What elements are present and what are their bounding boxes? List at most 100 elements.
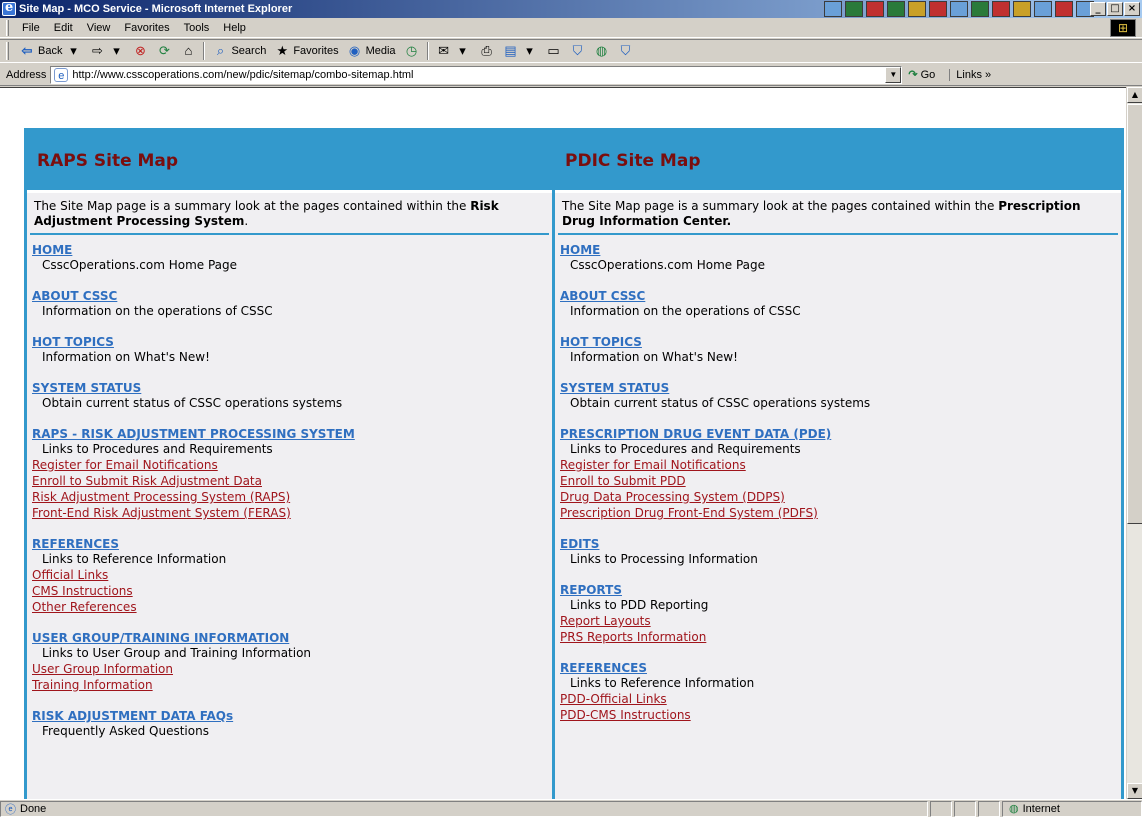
sitemap-section: ABOUT CSSC Information on the operations … bbox=[560, 289, 1121, 319]
shield-button-2[interactable]: ⛉ bbox=[614, 43, 638, 59]
address-field[interactable]: e ▼ bbox=[50, 65, 903, 84]
menu-tools[interactable]: Tools bbox=[177, 22, 217, 34]
section-sublink[interactable]: Drug Data Processing System (DDPS) bbox=[560, 489, 1121, 505]
edit-button[interactable]: ▤ ▾ bbox=[499, 43, 542, 59]
section-sublink[interactable]: Training Information bbox=[32, 677, 552, 693]
section-sublink[interactable]: PDD-CMS Instructions bbox=[560, 707, 1121, 723]
home-button[interactable]: ⌂ bbox=[176, 43, 200, 59]
section-sublink[interactable]: Enroll to Submit Risk Adjustment Data bbox=[32, 473, 552, 489]
section-sublink[interactable]: Official Links bbox=[32, 567, 552, 583]
dropdown-arrow-icon[interactable]: ▾ bbox=[522, 43, 538, 59]
links-button[interactable]: Links » bbox=[949, 68, 991, 81]
refresh-button[interactable]: ⟳ bbox=[152, 43, 176, 59]
section-sublink[interactable]: Register for Email Notifications bbox=[32, 457, 552, 473]
section-sublink[interactable]: User Group Information bbox=[32, 661, 552, 677]
mail-icon: ✉ bbox=[438, 43, 449, 58]
search-button[interactable]: ⌕ Search bbox=[208, 43, 270, 59]
section-title-link[interactable]: PRESCRIPTION DRUG EVENT DATA (PDE) bbox=[560, 427, 831, 441]
shield-button[interactable]: ⛉ bbox=[566, 43, 590, 59]
menu-file[interactable]: File bbox=[15, 22, 47, 34]
tray-icon[interactable] bbox=[929, 1, 947, 17]
scroll-up-icon[interactable]: ▲ bbox=[1127, 87, 1142, 103]
status-lock-cell bbox=[954, 800, 976, 817]
tray-icon[interactable] bbox=[845, 1, 863, 17]
section-description: Links to Procedures and Requirements bbox=[570, 442, 801, 456]
menu-favorites[interactable]: Favorites bbox=[117, 22, 176, 34]
menu-help[interactable]: Help bbox=[216, 22, 253, 34]
pdic-sections: HOME CsscOperations.com Home Page ABOUT CS… bbox=[555, 235, 1121, 723]
section-title-link[interactable]: HOT TOPICS bbox=[32, 335, 114, 349]
page-icon: e bbox=[54, 67, 69, 82]
tray-icon[interactable] bbox=[1013, 1, 1031, 17]
go-button[interactable]: ↷ Go bbox=[908, 68, 935, 82]
section-sublink[interactable]: Register for Email Notifications bbox=[560, 457, 1121, 473]
section-title-link[interactable]: HOME bbox=[32, 243, 72, 257]
section-sublink[interactable]: PRS Reports Information bbox=[560, 629, 1121, 645]
section-title-link[interactable]: ABOUT CSSC bbox=[560, 289, 645, 303]
section-description: Links to PDD Reporting bbox=[570, 598, 709, 612]
section-title-link[interactable]: SYSTEM STATUS bbox=[560, 381, 669, 395]
section-title-link[interactable]: REPORTS bbox=[560, 583, 622, 597]
vertical-scrollbar[interactable]: ▲ ▼ bbox=[1126, 87, 1142, 799]
dropdown-arrow-icon[interactable]: ▾ bbox=[108, 43, 124, 59]
tray-icon[interactable] bbox=[971, 1, 989, 17]
scroll-down-icon[interactable]: ▼ bbox=[1127, 783, 1142, 799]
minimize-button[interactable]: _ bbox=[1090, 2, 1106, 16]
scroll-thumb[interactable] bbox=[1127, 104, 1142, 524]
tray-icon[interactable] bbox=[824, 1, 842, 17]
section-sublink[interactable]: CMS Instructions bbox=[32, 583, 552, 599]
section-sublink[interactable]: Front-End Risk Adjustment System (FERAS) bbox=[32, 505, 552, 521]
media-button[interactable]: ◉ Media bbox=[343, 43, 400, 59]
section-title-link[interactable]: EDITS bbox=[560, 537, 599, 551]
address-dropdown-icon[interactable]: ▼ bbox=[885, 66, 902, 83]
menu-view[interactable]: View bbox=[80, 22, 118, 34]
section-description: Information on What's New! bbox=[42, 350, 210, 364]
section-title-link[interactable]: SYSTEM STATUS bbox=[32, 381, 141, 395]
toolbar-grip[interactable] bbox=[6, 19, 9, 36]
close-button[interactable]: × bbox=[1124, 2, 1140, 16]
stop-button[interactable]: ⊗ bbox=[128, 43, 152, 59]
pdic-title: PDIC Site Map bbox=[565, 150, 701, 171]
section-sublink[interactable]: Other References bbox=[32, 599, 552, 615]
tray-icon[interactable] bbox=[866, 1, 884, 17]
favorites-button[interactable]: ★ Favorites bbox=[270, 43, 342, 59]
maximize-button[interactable]: □ bbox=[1107, 2, 1123, 16]
raps-column: RAPS Site Map The Site Map page is a sum… bbox=[26, 130, 554, 799]
address-input[interactable] bbox=[72, 68, 833, 81]
dropdown-arrow-icon[interactable]: ▾ bbox=[455, 43, 471, 59]
section-sublink[interactable]: Risk Adjustment Processing System (RAPS) bbox=[32, 489, 552, 505]
toolbar-grip[interactable] bbox=[6, 42, 9, 60]
back-button[interactable]: ⇦ Back ▾ bbox=[15, 43, 85, 59]
globe-button[interactable]: ◍ bbox=[590, 43, 614, 59]
standard-toolbar: ⇦ Back ▾ ⇨ ▾ ⊗ ⟳ ⌂ ⌕ Search ★ Favorites ◉ Medi… bbox=[0, 39, 1142, 63]
tray-icon[interactable] bbox=[950, 1, 968, 17]
tray-icon[interactable] bbox=[887, 1, 905, 17]
mail-button[interactable]: ✉ ▾ bbox=[432, 43, 475, 59]
tray-icon[interactable] bbox=[1034, 1, 1052, 17]
section-sublink[interactable]: PDD-Official Links bbox=[560, 691, 1121, 707]
tray-icon[interactable] bbox=[908, 1, 926, 17]
section-title-link[interactable]: RISK ADJUSTMENT DATA FAQs bbox=[32, 709, 233, 723]
section-title-link[interactable]: REFERENCES bbox=[560, 661, 647, 675]
dropdown-arrow-icon[interactable]: ▾ bbox=[65, 43, 81, 59]
history-button[interactable]: ◷ bbox=[400, 43, 424, 59]
tray-icon[interactable] bbox=[1055, 1, 1073, 17]
section-sublink[interactable]: Report Layouts bbox=[560, 613, 1121, 629]
section-title-link[interactable]: USER GROUP/TRAINING INFORMATION bbox=[32, 631, 289, 645]
section-title-link[interactable]: ABOUT CSSC bbox=[32, 289, 117, 303]
forward-button[interactable]: ⇨ ▾ bbox=[85, 43, 128, 59]
zone-label: Internet bbox=[1022, 802, 1060, 815]
print-button[interactable]: ⎙ bbox=[475, 43, 499, 59]
status-text: Done bbox=[20, 802, 47, 815]
menu-edit[interactable]: Edit bbox=[47, 22, 80, 34]
section-sublink[interactable]: Enroll to Submit PDD bbox=[560, 473, 1121, 489]
section-title-link[interactable]: REFERENCES bbox=[32, 537, 119, 551]
section-title-link[interactable]: HOT TOPICS bbox=[560, 335, 642, 349]
sitemap-section: SYSTEM STATUS Obtain current status of CS… bbox=[32, 381, 552, 411]
section-title-link[interactable]: RAPS - RISK ADJUSTMENT PROCESSING SYSTEM bbox=[32, 427, 355, 441]
tray-icon[interactable] bbox=[992, 1, 1010, 17]
raps-sections: HOME CsscOperations.com Home Page ABOUT CS… bbox=[27, 235, 552, 739]
section-title-link[interactable]: HOME bbox=[560, 243, 600, 257]
discuss-button[interactable]: ▭ bbox=[542, 43, 566, 59]
section-sublink[interactable]: Prescription Drug Front-End System (PDFS… bbox=[560, 505, 1121, 521]
